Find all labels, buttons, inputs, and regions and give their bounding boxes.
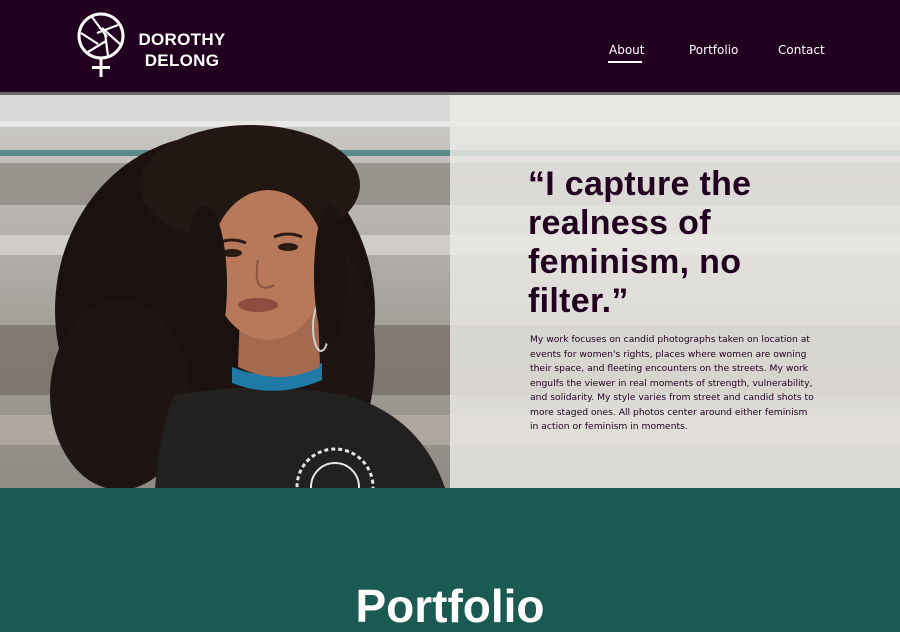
nav-active-underline [608,61,642,63]
portfolio-section: Portfolio [0,488,900,631]
site-header: DOROTHY DELONG About Portfolio Contact [0,0,900,92]
hero-section: “I capture the realness of feminism, no … [0,95,900,488]
brand-name[interactable]: DOROTHY DELONG [138,29,226,71]
portfolio-heading: Portfolio [355,580,545,632]
brand-line-2: DELONG [144,51,220,70]
logo-icon[interactable] [76,11,126,79]
hero-quote: “I capture the realness of feminism, no … [528,165,752,320]
nav-portfolio[interactable]: Portfolio [689,43,738,57]
nav-contact[interactable]: Contact [778,43,825,57]
nav-about[interactable]: About [609,43,644,57]
brand-line-1: DOROTHY [138,30,226,49]
hero-description: My work focuses on candid photographs ta… [530,334,814,432]
portrait-photo [50,125,445,488]
